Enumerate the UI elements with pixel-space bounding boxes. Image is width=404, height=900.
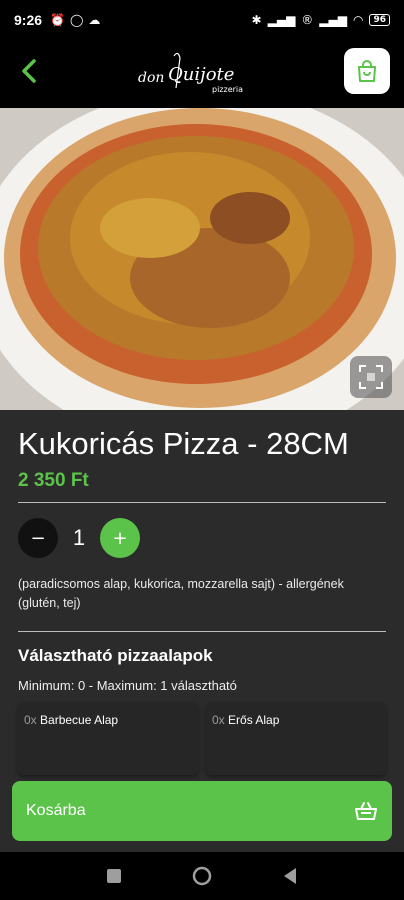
option-qty: 0x xyxy=(24,713,37,727)
home-icon[interactable] xyxy=(192,866,212,886)
quantity-value: 1 xyxy=(72,525,86,550)
signal-2-icon: ▂▄▆ xyxy=(319,13,347,27)
alarm-icon: ⏰ xyxy=(50,13,65,27)
basket-icon xyxy=(355,802,377,820)
back-button[interactable] xyxy=(14,56,44,86)
product-title: Kukoricás Pizza - 28CM xyxy=(18,426,349,461)
chevron-left-icon xyxy=(22,59,36,83)
circle-icon: ◯ xyxy=(69,13,84,27)
option-label: Erős Alap xyxy=(228,713,280,727)
system-nav-bar xyxy=(0,852,404,900)
cart-button[interactable] xyxy=(344,48,390,94)
increase-quantity-button[interactable]: + xyxy=(100,518,140,558)
product-details: Kukoricás Pizza - 28CM 2 350 Ft − 1 + (p… xyxy=(0,410,404,775)
divider xyxy=(18,502,386,503)
fullscreen-button[interactable] xyxy=(350,356,392,398)
signal-icon: ▂▄▆ xyxy=(267,13,296,27)
option-label: Barbecue Alap xyxy=(40,713,119,727)
sim-icon: ® xyxy=(301,13,314,27)
add-to-cart-button[interactable]: Kosárba xyxy=(12,781,392,841)
status-system-icons: ✱ ▂▄▆ ® ▂▄▆ ◠ 96 xyxy=(252,13,390,27)
battery-icon: 96 xyxy=(369,14,390,26)
status-bar: 9:26 ⏰ ◯ ☁ ✱ ▂▄▆ ® ▂▄▆ ◠ 96 xyxy=(0,0,404,40)
shopping-bag-icon xyxy=(358,60,376,82)
wifi-icon: ◠ xyxy=(352,13,364,27)
brand-logo: don Quijote pizzeria xyxy=(138,52,243,94)
back-nav-icon[interactable] xyxy=(282,867,298,885)
add-to-cart-label: Kosárba xyxy=(26,802,86,819)
product-price: 2 350 Ft xyxy=(18,470,89,491)
option-qty: 0x xyxy=(212,713,225,727)
option-barbecue-base[interactable]: 0x Barbecue Alap xyxy=(18,703,198,775)
quantity-stepper: − 1 + xyxy=(18,517,386,559)
svg-text:don: don xyxy=(138,70,164,86)
expand-icon xyxy=(359,365,383,389)
product-description: (paradicsomos alap, kukorica, mozzarella… xyxy=(18,577,344,610)
pizza-image xyxy=(0,108,404,410)
app-header: don Quijote pizzeria xyxy=(0,40,404,108)
decrease-quantity-button[interactable]: − xyxy=(18,518,58,558)
options-section-title: Választható pizzaalapok xyxy=(18,646,213,665)
bluetooth-icon: ✱ xyxy=(251,13,262,27)
options-list: 0x Barbecue Alap 0x Erős Alap xyxy=(18,703,386,775)
recent-apps-icon[interactable] xyxy=(106,868,122,884)
option-spicy-base[interactable]: 0x Erős Alap xyxy=(206,703,386,775)
divider xyxy=(18,631,386,632)
status-notification-icons: ⏰ ◯ ☁ xyxy=(50,13,100,27)
svg-text:pizzeria: pizzeria xyxy=(212,85,243,94)
status-time: 9:26 xyxy=(14,12,43,28)
product-image xyxy=(0,108,404,410)
cloud-icon: ☁ xyxy=(88,13,101,27)
options-section-subtitle: Minimum: 0 - Maximum: 1 választható xyxy=(18,678,237,693)
